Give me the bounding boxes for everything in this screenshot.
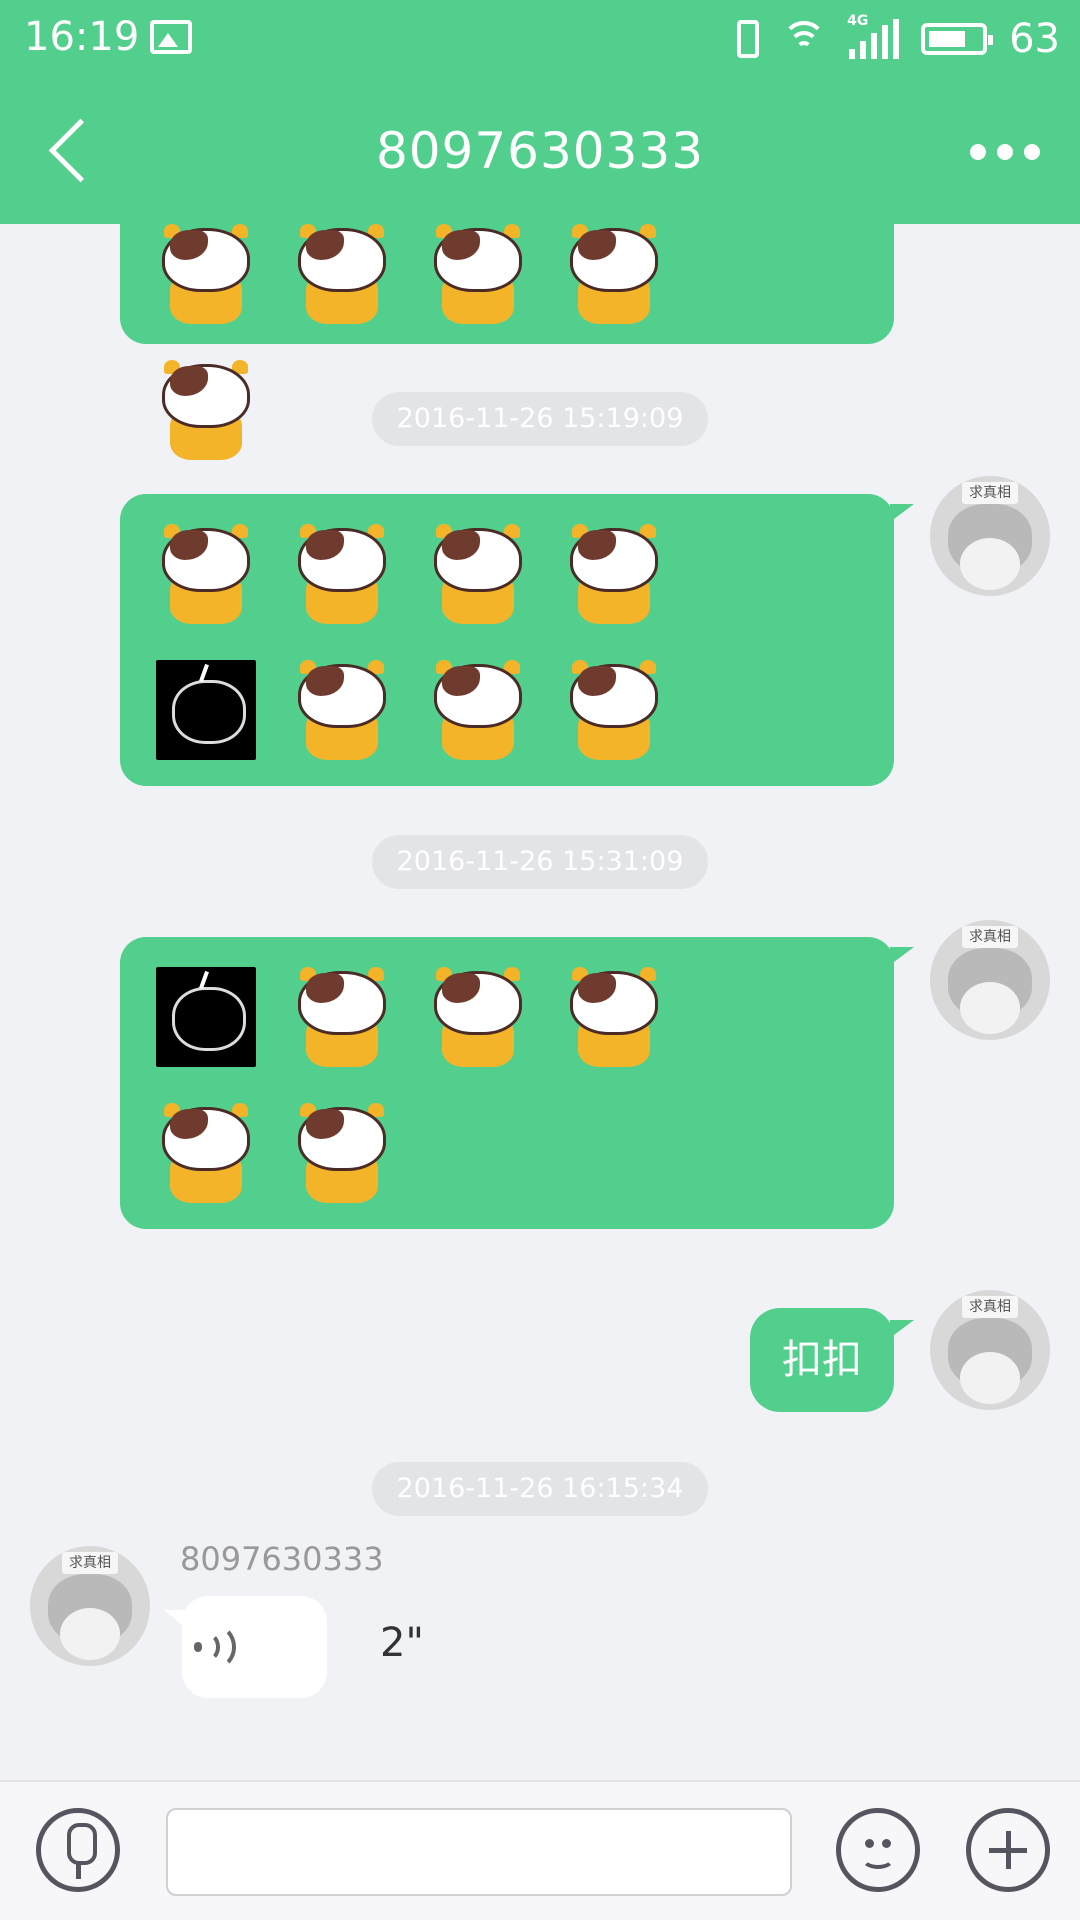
my-avatar[interactable]: 求真相 <box>930 920 1050 1040</box>
cow-sticker[interactable] <box>428 660 528 760</box>
cow-sticker[interactable] <box>428 967 528 1067</box>
dark-cow-sticker[interactable] <box>156 660 256 760</box>
signal-icon: 4G <box>847 13 900 59</box>
status-time: 16:19 <box>24 14 140 60</box>
avatar-sign-text: 求真相 <box>62 1552 118 1574</box>
message-timestamp: 2016-11-26 15:19:09 <box>372 392 708 446</box>
emoji-icon[interactable] <box>836 1808 920 1892</box>
dark-cow-sticker[interactable] <box>156 967 256 1067</box>
sticker-message <box>120 937 914 1229</box>
header-overlay: 8097630333 <box>0 76 1080 224</box>
cow-sticker[interactable] <box>564 524 664 624</box>
voice-wave-icon <box>190 1624 240 1670</box>
status-bar: 16:19 4G 63 <box>0 0 1080 76</box>
sticker-message <box>120 494 914 786</box>
contact-avatar[interactable]: 求真相 <box>30 1546 150 1666</box>
sticker-grid <box>156 967 716 1203</box>
input-bar <box>0 1780 1080 1920</box>
message-timestamp: 2016-11-26 16:15:34 <box>372 1462 708 1516</box>
cow-sticker[interactable] <box>292 1103 392 1203</box>
cow-sticker[interactable] <box>156 524 256 624</box>
cow-sticker[interactable] <box>292 524 392 624</box>
gallery-notification-icon <box>150 20 192 54</box>
vibrate-icon <box>737 20 760 58</box>
my-avatar[interactable]: 求真相 <box>930 1290 1050 1410</box>
cow-sticker[interactable] <box>292 967 392 1067</box>
cow-sticker[interactable] <box>428 224 528 324</box>
cow-sticker[interactable] <box>292 660 392 760</box>
plus-icon[interactable] <box>966 1808 1050 1892</box>
avatar-sign-text: 求真相 <box>962 482 1018 504</box>
my-avatar[interactable]: 求真相 <box>930 476 1050 596</box>
cow-sticker[interactable] <box>428 524 528 624</box>
avatar-sign-text: 求真相 <box>962 926 1018 948</box>
voice-message[interactable] <box>164 1596 327 1698</box>
status-icons: 4G 63 <box>737 13 1060 64</box>
cow-sticker[interactable] <box>564 224 664 324</box>
microphone-icon[interactable] <box>36 1808 120 1892</box>
cow-sticker[interactable] <box>156 1103 256 1203</box>
chat-title: 8097630333 <box>375 122 705 180</box>
sender-name: 8097630333 <box>180 1540 384 1578</box>
cow-sticker[interactable] <box>564 967 664 1067</box>
message-timestamp: 2016-11-26 15:31:09 <box>372 835 708 889</box>
sticker-grid <box>156 524 716 760</box>
battery-icon <box>921 23 994 55</box>
more-options-icon[interactable] <box>970 140 1040 164</box>
avatar-sign-text: 求真相 <box>962 1296 1018 1318</box>
network-type-label: 4G <box>847 13 869 29</box>
cow-sticker[interactable] <box>564 660 664 760</box>
cow-sticker[interactable] <box>156 360 256 460</box>
cow-sticker[interactable] <box>156 224 256 324</box>
voice-duration: 2" <box>380 1620 424 1666</box>
cow-sticker[interactable] <box>292 224 392 324</box>
battery-level: 63 <box>1009 16 1060 62</box>
text-message[interactable]: 扣扣 <box>750 1308 914 1412</box>
wifi-icon <box>781 19 827 59</box>
message-input[interactable] <box>166 1808 792 1896</box>
